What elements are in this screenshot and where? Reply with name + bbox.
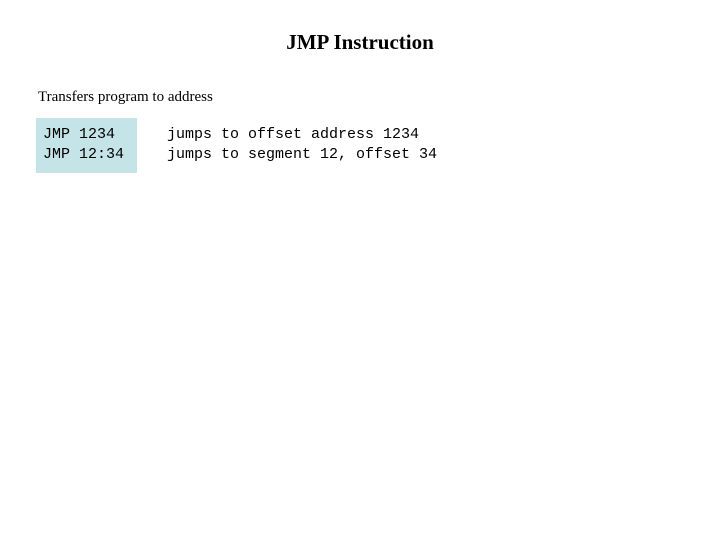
slide-subtitle: Transfers program to address — [38, 89, 213, 105]
instruction-description: jumps to segment 12, offset 34 — [167, 146, 438, 163]
table-row: JMP 12:34 jumps to segment 12, offset 34 — [36, 145, 476, 165]
instruction-table: JMP 1234 jumps to offset address 1234 JM… — [36, 118, 476, 173]
instruction-rows: JMP 1234 jumps to offset address 1234 JM… — [36, 118, 476, 165]
slide-canvas: JMP Instruction Transfers program to add… — [0, 0, 720, 540]
table-row: JMP 1234 jumps to offset address 1234 — [36, 125, 476, 145]
instruction-mnemonic: JMP 1234 — [43, 126, 116, 143]
page-title: JMP Instruction — [286, 30, 434, 54]
instruction-description: jumps to offset address 1234 — [167, 126, 420, 143]
instruction-mnemonic: JMP 12:34 — [43, 146, 125, 163]
